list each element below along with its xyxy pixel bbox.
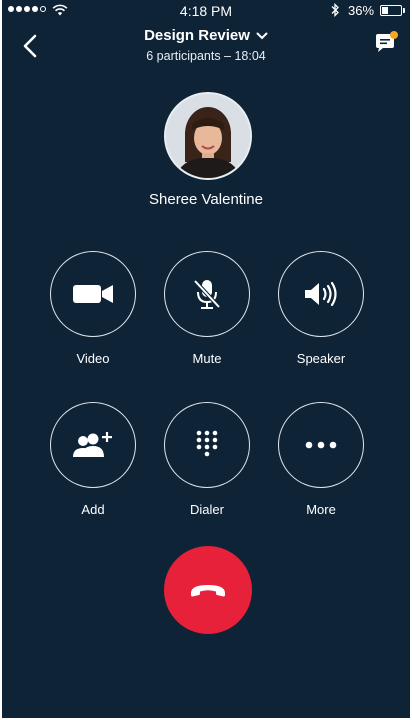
- video-button[interactable]: [50, 251, 136, 337]
- dialer-button[interactable]: [164, 402, 250, 488]
- add-control: Add: [48, 402, 138, 517]
- add-label: Add: [81, 502, 105, 517]
- video-camera-icon: [73, 285, 113, 303]
- dialer-control: Dialer: [162, 402, 252, 517]
- call-header: Design Review 6 participants – 18:04: [2, 27, 410, 63]
- dialer-label: Dialer: [190, 502, 224, 517]
- mute-control: Mute: [162, 251, 252, 366]
- more-control: More: [276, 402, 366, 517]
- speaker-icon: [305, 281, 337, 307]
- end-call-button[interactable]: [164, 546, 252, 634]
- battery-icon: [380, 5, 402, 16]
- status-bar: 4:18 PM 36%: [2, 0, 410, 22]
- call-title: Design Review: [144, 27, 250, 44]
- battery-percentage: 36%: [348, 3, 375, 18]
- more-button[interactable]: [278, 402, 364, 488]
- dialpad-icon: [196, 430, 218, 457]
- notification-dot: [390, 31, 398, 39]
- video-label: Video: [76, 351, 110, 366]
- mute-button[interactable]: [164, 251, 250, 337]
- bluetooth-icon: [331, 3, 339, 17]
- add-participant-icon: [73, 432, 112, 457]
- mute-label: Mute: [192, 351, 222, 366]
- hang-up-icon: [191, 585, 225, 597]
- speaker-label: Speaker: [296, 351, 346, 366]
- call-title-dropdown[interactable]: Design Review: [144, 27, 268, 44]
- speaker-control: Speaker: [276, 251, 366, 366]
- chat-button[interactable]: [372, 31, 400, 57]
- add-participant-button[interactable]: [50, 402, 136, 488]
- chevron-down-icon: [256, 32, 268, 39]
- video-control: Video: [48, 251, 138, 366]
- call-screen: 4:18 PM 36% Design Review 6 participants…: [2, 0, 410, 718]
- more-label: More: [306, 502, 336, 517]
- mic-off-icon: [193, 279, 221, 309]
- participant-name: Sheree Valentine: [149, 191, 263, 208]
- call-subtitle: 6 participants – 18:04: [146, 49, 266, 63]
- more-icon: [305, 441, 337, 449]
- battery-nub: [403, 8, 405, 13]
- speaker-button[interactable]: [278, 251, 364, 337]
- participant-avatar: [164, 92, 252, 180]
